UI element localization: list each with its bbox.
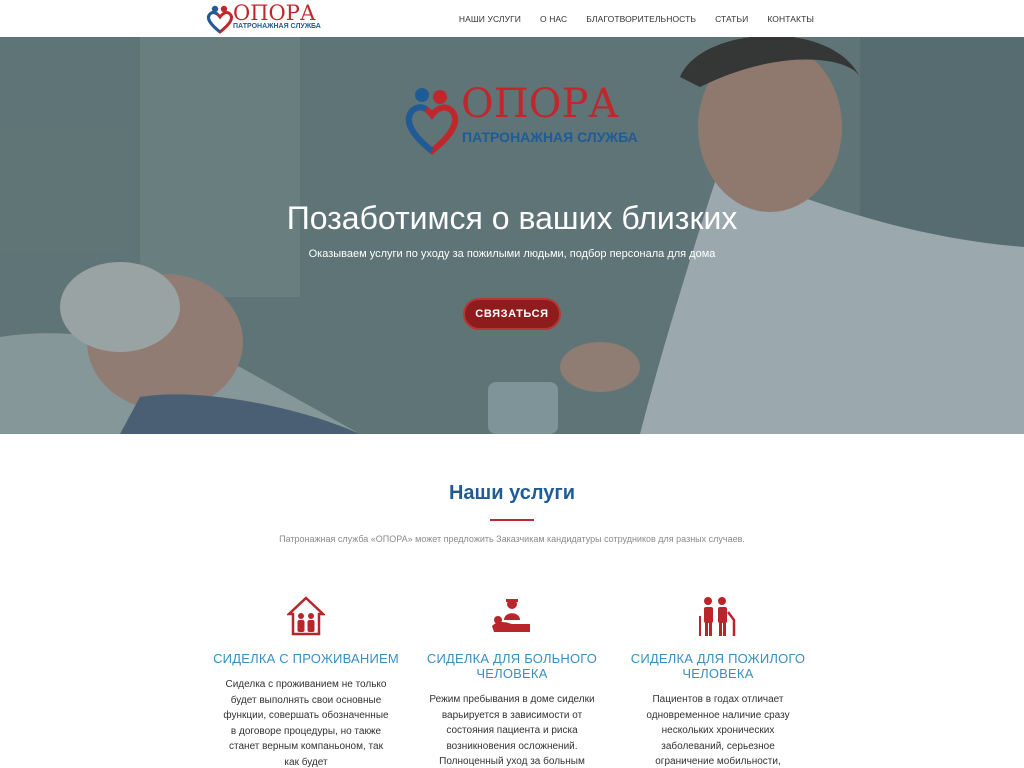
hero-subtitle: Оказываем услуги по уходу за пожилыми лю… <box>308 248 716 260</box>
logo-heart-icon <box>206 5 234 34</box>
logo-tagline: ПАТРОНАЖНАЯ СЛУЖБА <box>233 23 321 30</box>
service-title: СИДЕЛКА ДЛЯ БОЛЬНОГО ЧЕЛОВЕКА <box>426 651 598 681</box>
nav-charity[interactable]: БЛАГОТВОРИТЕЛЬНОСТЬ <box>586 14 696 24</box>
nav-services[interactable]: НАШИ УСЛУГИ <box>459 14 521 24</box>
hero-logo-wordmark: ОПОРА <box>461 81 619 127</box>
contact-button[interactable]: СВЯЗАТЬСЯ <box>463 298 561 330</box>
nav-contacts[interactable]: КОНТАКТЫ <box>767 14 814 24</box>
service-card-live-in: СИДЕЛКА С ПРОЖИВАНИЕМ Сиделка с проживан… <box>206 596 406 768</box>
header-logo[interactable]: ОПОРА ПАТРОНАЖНАЯ СЛУЖБА <box>206 1 321 34</box>
nav-articles[interactable]: СТАТЬИ <box>715 14 748 24</box>
elderly-couple-icon <box>618 596 818 640</box>
hero-logo-heart-icon <box>405 88 459 155</box>
service-description: Режим пребывания в доме сиделки варьируе… <box>429 694 595 767</box>
site-header: ОПОРА ПАТРОНАЖНАЯ СЛУЖБА НАШИ УСЛУГИ О Н… <box>0 0 1024 37</box>
nav-about[interactable]: О НАС <box>540 14 567 24</box>
services-intro: Патронажная служба «ОПОРА» может предлож… <box>279 534 745 544</box>
hero-logo: ОПОРА ПАТРОНАЖНАЯ СЛУЖБА <box>404 81 638 157</box>
service-card-elderly: СИДЕЛКА ДЛЯ ПОЖИЛОГО ЧЕЛОВЕКА Пациентов … <box>618 596 818 768</box>
heading-divider <box>490 519 534 521</box>
service-description: Сиделка с проживанием не только будет вы… <box>223 679 389 768</box>
hero-logo-tagline: ПАТРОНАЖНАЯ СЛУЖБА <box>462 129 638 145</box>
hero-banner: ОПОРА ПАТРОНАЖНАЯ СЛУЖБА Позаботимся о в… <box>0 37 1024 434</box>
services-heading: Наши услуги <box>448 482 576 504</box>
nurse-patient-icon <box>412 596 612 640</box>
service-title: СИДЕЛКА С ПРОЖИВАНИЕМ <box>213 651 399 666</box>
logo-wordmark: ОПОРА <box>233 1 316 25</box>
main-nav: НАШИ УСЛУГИ О НАС БЛАГОТВОРИТЕЛЬНОСТЬ СТ… <box>440 0 814 37</box>
service-description: Пациентов в годах отличает одновременное… <box>646 694 790 767</box>
service-card-sick: СИДЕЛКА ДЛЯ БОЛЬНОГО ЧЕЛОВЕКА Режим преб… <box>412 596 612 768</box>
hero-title: Позаботимся о ваших близких <box>286 200 738 236</box>
service-title: СИДЕЛКА ДЛЯ ПОЖИЛОГО ЧЕЛОВЕКА <box>630 651 806 681</box>
house-family-icon <box>206 596 406 640</box>
